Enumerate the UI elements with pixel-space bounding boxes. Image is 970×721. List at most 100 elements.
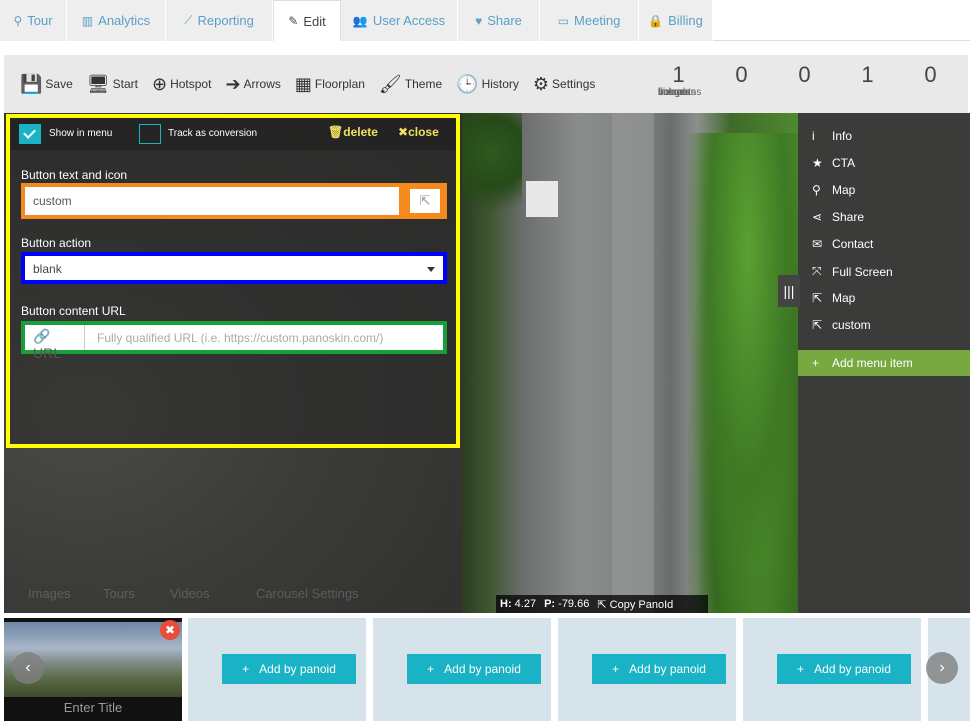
panorama-workspace[interactable]: Images Tours Videos Carousel Settings Sh… bbox=[4, 113, 970, 613]
menu-item-label: Contact bbox=[832, 237, 874, 251]
envelope-icon: ✉ bbox=[812, 237, 823, 251]
editor-toolbar: 💾 Save 🖥 Start ⊕ Hotspot ➔ Arrows ▦ Floo… bbox=[4, 55, 968, 113]
ghost-carousel-settings: Carousel Settings bbox=[256, 586, 359, 601]
stat-number: 1 bbox=[672, 62, 685, 87]
add-by-panoid-button[interactable]: + Add by panoid bbox=[777, 654, 911, 684]
paintbrush-icon: 🖌 bbox=[378, 74, 402, 94]
copy-panoid-button[interactable]: ⇱ Copy PanoId bbox=[597, 598, 673, 611]
menu-item-label: Full Screen bbox=[832, 264, 893, 279]
menu-item-cta[interactable]: ★ CTA bbox=[812, 156, 855, 170]
plus-icon: + bbox=[797, 662, 805, 676]
top-tabs: ⚲ Tour ▥ Analytics ⟋ Reporting ✎ Edit 👥 … bbox=[0, 0, 970, 41]
carousel-prev-button[interactable]: ‹ bbox=[12, 652, 44, 684]
heading-label: H: bbox=[500, 598, 512, 610]
hotspot-button[interactable]: ⊕ Hotspot bbox=[152, 75, 211, 93]
stat-number: 0 bbox=[735, 62, 748, 87]
view-coordinates: H: 4.27 P: -79.66 ⇱ Copy PanoId bbox=[496, 595, 708, 613]
menu-item-fullscreen[interactable]: ⤧ Full Screen bbox=[812, 264, 893, 279]
track-conversion-checkbox[interactable] bbox=[139, 124, 161, 144]
tab-user-access[interactable]: 👥 User Access bbox=[341, 0, 458, 41]
menu-item-label: Info bbox=[832, 129, 853, 143]
show-in-menu-checkbox[interactable] bbox=[19, 124, 41, 144]
tab-meeting[interactable]: ▭ Meeting bbox=[540, 0, 639, 41]
tab-share-label: Share bbox=[487, 13, 522, 28]
menu-item-custom[interactable]: ⇱ custom bbox=[812, 318, 871, 332]
history-button[interactable]: 🕒 History bbox=[456, 75, 519, 93]
empty-scene-slot: + Add by panoid bbox=[373, 618, 551, 721]
tab-tour[interactable]: ⚲ Tour bbox=[0, 0, 67, 41]
save-button[interactable]: 💾 Save bbox=[20, 75, 73, 93]
add-menu-item-button[interactable]: + Add menu item bbox=[798, 350, 970, 376]
button-action-value: blank bbox=[33, 262, 62, 276]
close-button[interactable]: ✖close bbox=[398, 125, 439, 139]
add-by-panoid-label: Add by panoid bbox=[629, 662, 706, 676]
add-menu-item-label: Add menu item bbox=[832, 356, 913, 370]
button-url-group[interactable]: 🔗 URL Fully qualified URL (i.e. https://… bbox=[21, 321, 447, 361]
history-label: History bbox=[481, 77, 519, 91]
tab-analytics[interactable]: ▥ Analytics bbox=[67, 0, 166, 41]
walkway bbox=[612, 113, 654, 613]
remove-scene-button[interactable]: ✖ bbox=[160, 620, 180, 640]
ghost-tab-videos: Videos bbox=[170, 586, 210, 601]
button-text-label: Button text and icon bbox=[21, 168, 128, 182]
copy-panoid-label: Copy PanoId bbox=[609, 598, 674, 611]
external-link-icon: ⇱ bbox=[419, 193, 431, 208]
tree-area bbox=[688, 133, 798, 613]
clock-icon: 🕒 bbox=[456, 74, 479, 94]
tab-billing[interactable]: 🔒 Billing bbox=[639, 0, 713, 41]
plus-circle-icon: ⊕ bbox=[151, 74, 168, 94]
menu-item-share[interactable]: ⋖ Share bbox=[812, 210, 864, 224]
carousel-next-button[interactable]: › bbox=[926, 652, 958, 684]
menu-item-info[interactable]: i Info bbox=[812, 129, 852, 143]
add-by-panoid-button[interactable]: + Add by panoid bbox=[407, 654, 541, 684]
start-button[interactable]: 🖥 Start bbox=[87, 75, 138, 93]
plus-icon: + bbox=[812, 356, 820, 370]
pencil-icon: ✎ bbox=[288, 14, 299, 28]
track-conversion-label: Track as conversion bbox=[168, 128, 258, 139]
info-icon: i bbox=[812, 129, 815, 143]
menu-item-label: Share bbox=[832, 210, 865, 224]
plus-icon: + bbox=[612, 662, 620, 676]
arrows-label: Arrows bbox=[243, 77, 281, 91]
settings-button[interactable]: ⚙ Settings bbox=[533, 75, 596, 93]
menu-item-map-link[interactable]: ⇱ Map bbox=[812, 291, 855, 305]
button-text-input[interactable]: custom bbox=[25, 187, 399, 215]
scene-title-input[interactable]: Enter Title bbox=[4, 700, 182, 715]
icon-picker-button[interactable]: ⇱ bbox=[409, 188, 441, 214]
plus-icon: + bbox=[242, 662, 250, 676]
link-icon: 🔗 bbox=[33, 328, 51, 344]
line-chart-icon: ⟋ bbox=[184, 13, 193, 27]
menu-item-label: Map bbox=[832, 291, 856, 305]
menu-item-editor: Show in menu Track as conversion 🗑delete… bbox=[6, 114, 460, 448]
arrow-circle-icon: ➔ bbox=[225, 74, 241, 94]
button-url-label: Button content URL bbox=[21, 304, 126, 318]
ghost-tab-tours: Tours bbox=[103, 586, 135, 601]
tab-edit[interactable]: ✎ Edit bbox=[273, 0, 341, 41]
stat-videos: 0 videos bbox=[658, 62, 836, 99]
button-action-select[interactable]: blank bbox=[21, 252, 447, 284]
menu-item-label: Map bbox=[832, 183, 856, 197]
lock-icon: 🔒 bbox=[648, 13, 664, 28]
delete-button[interactable]: 🗑delete bbox=[328, 125, 378, 139]
menu-item-map[interactable]: ⚲ Map bbox=[812, 183, 855, 197]
menu-collapse-handle[interactable]: ||| bbox=[778, 275, 800, 307]
theme-label: Theme bbox=[404, 77, 443, 91]
add-by-panoid-button[interactable]: + Add by panoid bbox=[592, 654, 726, 684]
theme-button[interactable]: 🖌 Theme bbox=[379, 75, 442, 93]
tab-reporting[interactable]: ⟋ Reporting bbox=[166, 0, 273, 41]
panorama-viewer[interactable] bbox=[462, 113, 798, 613]
chevron-left-icon: ‹ bbox=[25, 659, 31, 676]
monitor-icon: ▭ bbox=[557, 13, 570, 28]
close-icon: ✖ bbox=[398, 125, 409, 139]
tent-roof bbox=[526, 181, 558, 217]
stat-number: 0 bbox=[798, 62, 811, 87]
settings-label: Settings bbox=[552, 77, 596, 91]
menu-item-contact[interactable]: ✉ Contact bbox=[812, 237, 873, 251]
arrows-button[interactable]: ➔ Arrows bbox=[225, 75, 280, 93]
external-link-icon: ⇱ bbox=[812, 318, 823, 332]
floorplan-button[interactable]: ▦ Floorplan bbox=[295, 75, 365, 93]
add-by-panoid-label: Add by panoid bbox=[814, 662, 891, 676]
add-by-panoid-button[interactable]: + Add by panoid bbox=[222, 654, 356, 684]
floorplan-icon: ▦ bbox=[294, 74, 312, 94]
tab-share[interactable]: ♥ Share bbox=[458, 0, 540, 41]
